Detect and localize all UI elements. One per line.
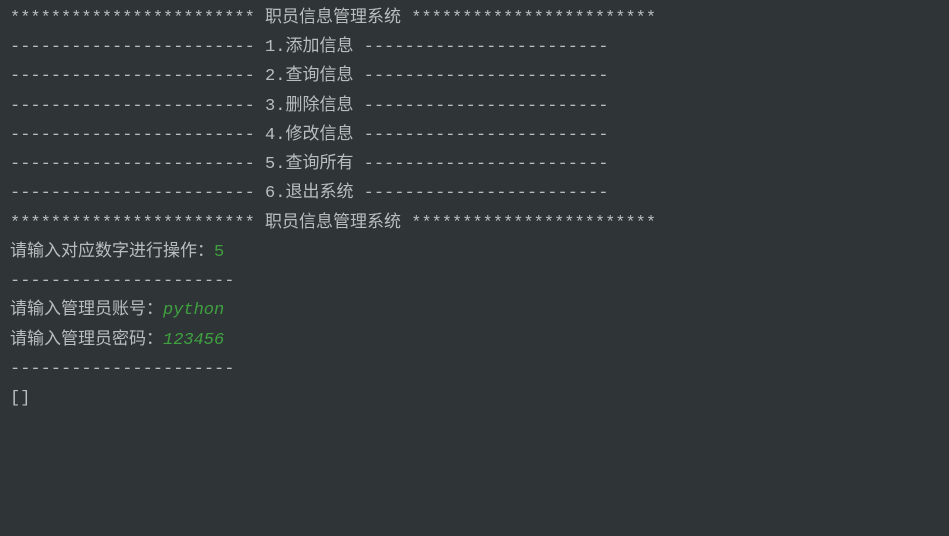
admin-user-prompt[interactable]: 请输入管理员账号：python [10,296,939,325]
admin-user-value: python [163,296,224,325]
header-line: ************************ 职员信息管理系统 ******… [10,4,939,33]
menu-item-2: ------------------------ 2.查询信息 --------… [10,62,939,91]
admin-pass-value: 123456 [163,326,224,355]
operation-input-value: 5 [214,238,224,267]
admin-pass-label: 请输入管理员密码： [10,326,163,355]
terminal-output: ************************ 职员信息管理系统 ******… [10,4,939,413]
operation-prompt[interactable]: 请输入对应数字进行操作：5 [10,238,939,267]
admin-user-label: 请输入管理员账号： [10,296,163,325]
menu-item-4: ------------------------ 4.修改信息 --------… [10,121,939,150]
separator-line-2: ---------------------- [10,355,939,384]
operation-prompt-label: 请输入对应数字进行操作： [10,238,214,267]
menu-item-6: ------------------------ 6.退出系统 --------… [10,179,939,208]
admin-pass-prompt[interactable]: 请输入管理员密码：123456 [10,326,939,355]
menu-item-1: ------------------------ 1.添加信息 --------… [10,33,939,62]
footer-title: 职员信息管理系统 [265,214,411,233]
menu-item-5: ------------------------ 5.查询所有 --------… [10,150,939,179]
result-output: [] [10,384,939,413]
separator-line-1: ---------------------- [10,267,939,296]
footer-line: ************************ 职员信息管理系统 ******… [10,209,939,238]
header-title: 职员信息管理系统 [265,9,411,28]
menu-item-3: ------------------------ 3.删除信息 --------… [10,92,939,121]
